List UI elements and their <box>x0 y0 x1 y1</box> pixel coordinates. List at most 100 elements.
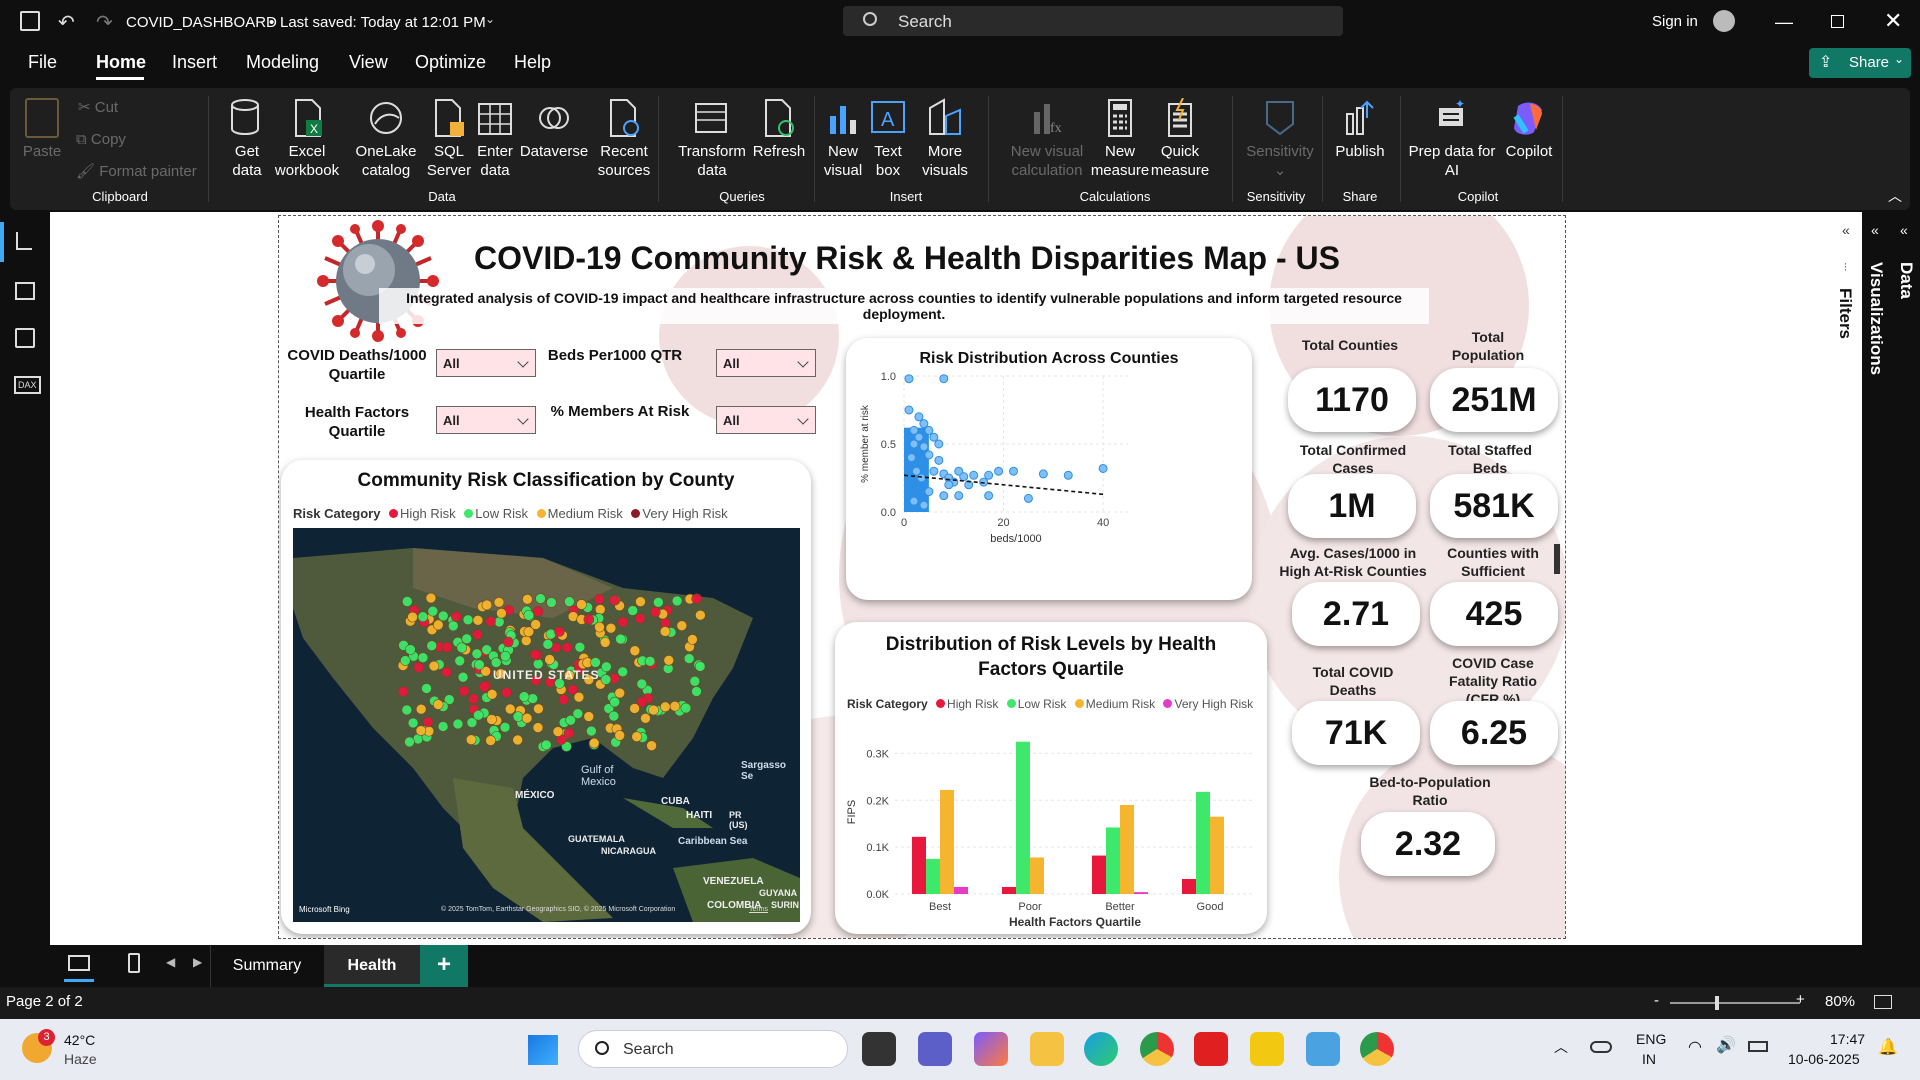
fit-to-page-icon[interactable] <box>1874 995 1892 1009</box>
transform-data-button[interactable]: Transform data <box>670 98 754 180</box>
teams-icon[interactable] <box>918 1032 952 1066</box>
close-icon[interactable]: ✕ <box>1884 8 1902 34</box>
file-explorer-icon[interactable] <box>1030 1032 1064 1066</box>
lang-eng[interactable]: ENG <box>1636 1031 1666 1047</box>
clock-date[interactable]: 10-06-2025 <box>1788 1051 1860 1067</box>
dax-query-view-icon[interactable]: DAX <box>14 376 41 394</box>
copilot-button[interactable]: Copilot <box>1494 98 1564 161</box>
new-visual-button[interactable]: New visual <box>820 98 866 180</box>
expand-data-icon[interactable]: « <box>1900 222 1908 238</box>
tray-chevron-icon[interactable]: ︿ <box>1554 1037 1568 1057</box>
scatter-chart[interactable]: 0.0 0.5 1.0 0 20 40 beds/1000 % member at risk <box>846 338 1252 600</box>
task-view-icon[interactable] <box>862 1032 896 1066</box>
visualizations-pane[interactable]: « Visualizations <box>1862 212 1892 945</box>
model-view-icon[interactable] <box>15 328 35 348</box>
refresh-button[interactable]: Refresh <box>752 98 806 161</box>
county-marker <box>452 718 464 730</box>
collapse-ribbon-icon[interactable]: ︿ <box>1888 186 1902 206</box>
prev-page-icon[interactable]: ◀ <box>166 955 175 969</box>
menu-insert[interactable]: Insert <box>172 52 217 73</box>
slicer-beds-dropdown[interactable]: All <box>716 349 816 377</box>
avatar-icon[interactable] <box>1713 10 1735 32</box>
enter-data-button[interactable]: Enter data <box>472 98 518 180</box>
get-data-button[interactable]: Get data <box>222 98 272 180</box>
menu-home[interactable]: Home <box>96 52 146 73</box>
sign-in-link[interactable]: Sign in <box>1652 13 1698 30</box>
windows-start-icon[interactable] <box>528 1035 558 1065</box>
county-marker <box>512 734 523 746</box>
expand-filters-icon[interactable]: « <box>1842 222 1850 238</box>
menu-file[interactable]: File <box>28 52 57 73</box>
undo-icon[interactable]: ↶ <box>58 10 75 35</box>
slicer-health-factors-dropdown[interactable]: All <box>436 406 536 434</box>
battery-icon[interactable] <box>1748 1041 1768 1052</box>
county-marker <box>471 648 483 660</box>
chrome-icon[interactable] <box>1140 1032 1174 1066</box>
map-terms-link[interactable]: Terms <box>749 906 768 913</box>
publish-icon <box>1346 100 1374 135</box>
county-marker <box>576 599 587 610</box>
search-box[interactable]: Search <box>843 6 1343 36</box>
add-page-button[interactable]: + <box>420 945 468 987</box>
menu-modeling[interactable]: Modeling <box>246 52 319 73</box>
filters-pane[interactable]: « ⫶ Filters <box>1833 212 1862 945</box>
chrome-profile-icon[interactable] <box>1360 1032 1394 1066</box>
new-measure-button[interactable]: New measure <box>1090 98 1150 180</box>
share-button[interactable]: ⇪ Share ⌄ <box>1809 48 1911 78</box>
tab-summary[interactable]: Summary <box>211 945 323 987</box>
y-tick-label: 0.1K <box>866 842 889 854</box>
data-pane[interactable]: « Data <box>1892 212 1920 945</box>
mobile-layout-icon[interactable] <box>128 953 140 973</box>
menu-help[interactable]: Help <box>514 52 551 73</box>
zoom-in-button[interactable]: + <box>1796 991 1805 1008</box>
wifi-icon[interactable]: ◠ <box>1688 1037 1702 1057</box>
dataverse-button[interactable]: Dataverse <box>516 98 592 161</box>
onelake-catalog-button[interactable]: OneLake catalog <box>346 98 426 180</box>
zoom-slider-thumb[interactable] <box>1715 996 1719 1010</box>
county-marker <box>454 655 466 667</box>
zoom-out-button[interactable]: - <box>1654 992 1659 1009</box>
menu-optimize[interactable]: Optimize <box>415 52 486 73</box>
expand-visualizations-icon[interactable]: « <box>1871 222 1879 238</box>
publish-button[interactable]: Publish <box>1328 98 1392 161</box>
volume-icon[interactable]: 🔊 <box>1716 1035 1736 1055</box>
save-icon[interactable] <box>20 11 40 31</box>
text-box-button[interactable]: A Text box <box>866 98 910 180</box>
zoom-level[interactable]: 80% <box>1825 993 1855 1010</box>
taskbar-search[interactable]: Search <box>578 1030 848 1068</box>
maximize-icon[interactable] <box>1831 15 1844 28</box>
zoom-slider[interactable] <box>1670 996 1800 1010</box>
menu-view[interactable]: View <box>349 52 388 73</box>
table-view-icon[interactable] <box>15 282 35 300</box>
desktop-layout-icon[interactable] <box>68 955 90 971</box>
copilot-app-icon[interactable] <box>974 1032 1008 1066</box>
bar-chart[interactable]: 0.0K 0.1K 0.2K 0.3K Best Poor Better Good Health… <box>835 622 1267 934</box>
notifications-icon[interactable]: 🔔 <box>1878 1037 1898 1057</box>
prep-data-for-ai-button[interactable]: ✦ Prep data for AI <box>1402 98 1502 180</box>
excel-workbook-button[interactable]: X Excel workbook <box>272 98 342 180</box>
recent-sources-button[interactable]: Recent sources <box>588 98 660 180</box>
powerbi-icon[interactable] <box>1250 1032 1284 1066</box>
map-visual[interactable]: UNITED STATES Gulf of Mexico MÉXICO CUBA… <box>293 528 800 922</box>
edge-icon[interactable] <box>1084 1032 1118 1066</box>
clock-time[interactable]: 17:47 <box>1830 1031 1865 1047</box>
next-page-icon[interactable]: ▶ <box>193 955 202 969</box>
legend-dot-high <box>389 509 399 518</box>
sql-server-button[interactable]: SQL Server <box>424 98 474 180</box>
report-view-icon[interactable] <box>16 232 32 250</box>
new-visual-label: New visual <box>823 143 863 179</box>
youtube-icon[interactable] <box>1194 1032 1228 1066</box>
tab-health[interactable]: Health <box>324 945 420 987</box>
minimize-icon[interactable]: — <box>1775 12 1793 33</box>
scatter-point <box>1023 493 1033 503</box>
county-marker <box>694 661 706 672</box>
slicer-covid-deaths-dropdown[interactable]: All <box>436 349 536 377</box>
onedrive-icon[interactable] <box>1590 1041 1612 1053</box>
county-marker <box>441 642 453 653</box>
more-visuals-button[interactable]: More visuals <box>912 98 978 180</box>
snipping-tool-icon[interactable] <box>1306 1032 1340 1066</box>
slicer-members-at-risk-dropdown[interactable]: All <box>716 406 816 434</box>
quick-measure-button[interactable]: Quick measure <box>1150 98 1210 180</box>
chevron-down-icon[interactable]: ⌄ <box>485 12 495 26</box>
kpi-total-population: 251M <box>1430 368 1558 432</box>
